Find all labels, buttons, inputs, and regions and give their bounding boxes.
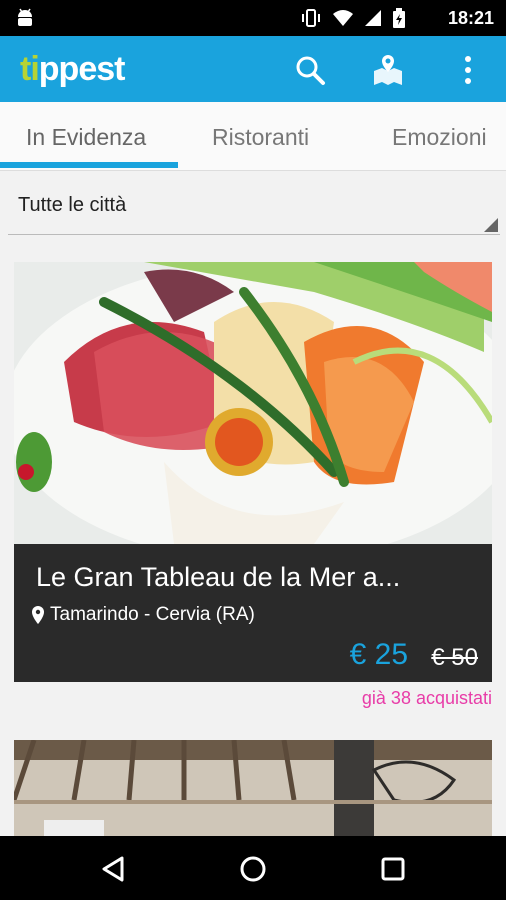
home-icon — [240, 856, 266, 882]
status-bar: 18:21 — [0, 0, 506, 36]
map-icon — [374, 55, 402, 85]
deal-location: Tamarindo - Cervia (RA) — [32, 604, 255, 626]
map-button[interactable] — [370, 52, 406, 88]
recents-button[interactable] — [376, 852, 410, 886]
deal-info-panel: Le Gran Tableau de la Mer a... Tamarindo… — [14, 544, 492, 682]
deal-photo — [14, 740, 492, 836]
deal-title: Le Gran Tableau de la Mer a... — [36, 562, 401, 592]
city-select-value: Tutte le città — [18, 194, 127, 216]
logo-rest: ppest — [38, 50, 126, 88]
home-button[interactable] — [236, 852, 270, 886]
overflow-menu-button[interactable] — [450, 52, 486, 88]
dropdown-arrow-icon — [484, 218, 498, 232]
deal-card[interactable] — [14, 740, 492, 836]
logo-prefix: ti — [20, 50, 40, 88]
city-select[interactable]: Tutte le città — [8, 186, 500, 235]
search-icon — [296, 56, 325, 85]
tab-emozioni[interactable]: Emozioni — [392, 102, 487, 170]
deal-location-text: Tamarindo - Cervia (RA) — [50, 604, 255, 625]
clock: 18:21 — [447, 8, 494, 28]
deal-card[interactable]: Le Gran Tableau de la Mer a... Tamarindo… — [14, 262, 492, 682]
wifi-icon — [333, 10, 353, 26]
app-logo: tippest — [20, 50, 126, 89]
android-icon — [18, 8, 32, 26]
back-icon — [102, 856, 124, 882]
back-button[interactable] — [96, 852, 130, 886]
active-tab-indicator — [0, 162, 178, 168]
battery-icon — [393, 8, 405, 28]
navigation-bar — [0, 836, 506, 900]
purchase-count: già 38 acquistati — [361, 688, 492, 708]
category-tabs: In Evidenza Ristoranti Emozioni — [0, 102, 506, 171]
deal-price: € 25 — [349, 638, 408, 671]
signal-icon — [365, 10, 381, 26]
tab-in-evidenza[interactable]: In Evidenza — [26, 102, 146, 170]
tab-ristoranti[interactable]: Ristoranti — [212, 102, 309, 170]
recents-icon — [381, 857, 405, 881]
search-button[interactable] — [292, 52, 328, 88]
deal-old-price: € 50 — [431, 644, 478, 671]
deal-photo — [14, 262, 492, 544]
overflow-menu-icon — [465, 56, 471, 84]
app-bar: tippest — [0, 36, 506, 102]
vibrate-icon — [302, 9, 320, 27]
location-pin-icon — [32, 606, 44, 624]
